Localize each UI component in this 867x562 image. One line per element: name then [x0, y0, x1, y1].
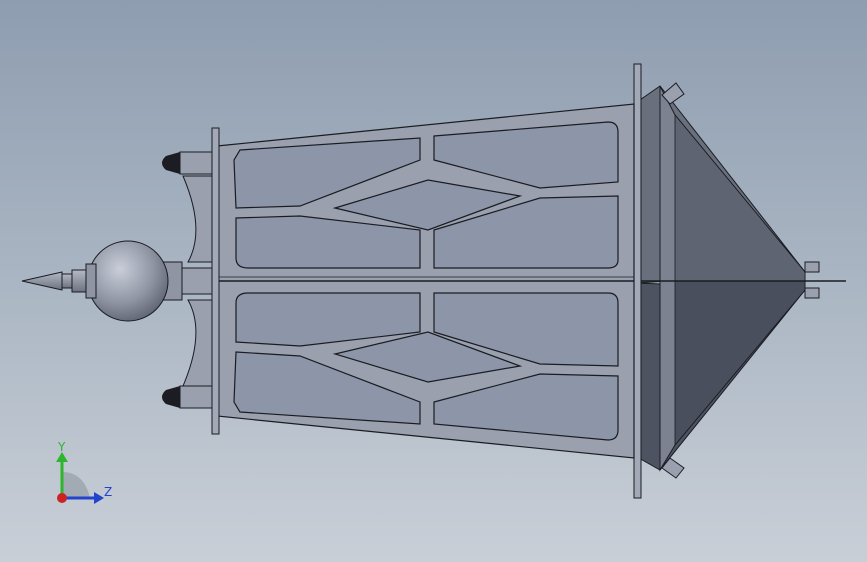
- lantern-roof: [633, 63, 846, 499]
- finial-ball-spike: [21, 240, 183, 322]
- x-axis-dot: [57, 493, 67, 503]
- lantern-model[interactable]: [0, 0, 867, 562]
- y-axis-label: Y: [57, 440, 66, 454]
- coordinate-triad: Y Z: [56, 440, 112, 504]
- z-axis-label: Z: [104, 485, 112, 499]
- cad-graphics-viewport[interactable]: Y Z: [0, 0, 867, 562]
